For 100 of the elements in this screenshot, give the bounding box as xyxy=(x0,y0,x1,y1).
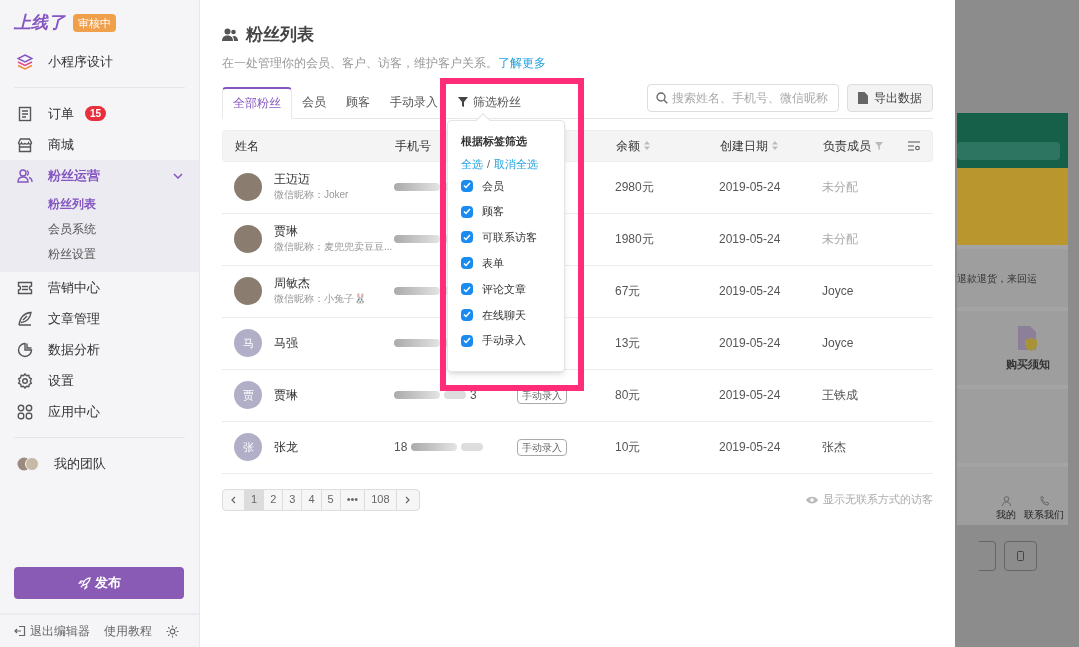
assigned-member: Joyce xyxy=(822,336,854,350)
avatar-photo xyxy=(234,173,262,201)
column-settings-icon[interactable] xyxy=(908,140,920,151)
filter-option[interactable]: 表单 xyxy=(461,250,551,277)
rocket-icon xyxy=(77,576,91,590)
assigned-member: 张杰 xyxy=(822,440,846,454)
checkbox[interactable] xyxy=(461,179,473,192)
document-icon xyxy=(17,105,33,122)
balance: 10元 xyxy=(615,440,641,454)
pie-chart-icon xyxy=(17,341,33,358)
sidebar-item[interactable]: 商城 xyxy=(0,129,199,160)
created-date: 2019-05-24 xyxy=(719,232,781,246)
sidebar-item[interactable]: 应用中心 xyxy=(0,396,199,427)
created-date: 2019-05-24 xyxy=(719,180,781,194)
filter-option[interactable]: 评论文章 xyxy=(461,276,551,302)
column-header: 手机号 xyxy=(395,137,431,155)
assigned-member: 王铁成 xyxy=(822,388,858,402)
page-title: 粉丝列表 xyxy=(246,24,314,46)
sidebar-item[interactable]: 营销中心 xyxy=(0,272,199,303)
chevron-icon xyxy=(231,495,236,504)
assigned-member: Joyce xyxy=(822,284,854,298)
balance: 80元 xyxy=(615,388,641,402)
exit-icon xyxy=(14,625,26,637)
ticket-icon xyxy=(17,279,33,296)
column-header: 负责成员 xyxy=(823,137,871,155)
checkbox[interactable] xyxy=(461,231,473,244)
sort-icon[interactable] xyxy=(644,141,650,150)
page-button[interactable]: ••• xyxy=(340,489,366,510)
balance: 67元 xyxy=(615,284,641,298)
sidebar-item[interactable]: 设置 xyxy=(0,365,199,396)
sidebar-subitem[interactable]: 会员系统 xyxy=(0,216,199,241)
filter-option[interactable]: 在线聊天 xyxy=(461,302,551,328)
filter-option[interactable]: 可联系访客 xyxy=(461,224,551,251)
wechat-nickname: 微信昵称：Joker xyxy=(274,188,349,202)
tab[interactable]: 会员 xyxy=(292,86,336,118)
sidebar-subitem[interactable]: 粉丝列表 xyxy=(0,191,199,216)
tutorial-link[interactable]: 使用教程 xyxy=(104,622,152,640)
sidebar-item[interactable]: 小程序设计 xyxy=(0,46,199,77)
page-button[interactable]: 4 xyxy=(302,489,322,510)
page-subtitle: 在一处管理你的会员、客户、访客，维护客户关系。 xyxy=(222,54,498,72)
blurred-phone-block xyxy=(394,235,440,243)
tab[interactable]: 手动录入 xyxy=(380,86,448,118)
notice-label: 购买须知 xyxy=(1005,356,1050,372)
filter-option[interactable]: 会员 xyxy=(461,173,551,199)
blurred-phone-block xyxy=(394,339,440,347)
sidebar-subitem[interactable]: 粉丝设置 xyxy=(0,241,199,266)
fan-name: 贾琳 xyxy=(274,223,299,239)
phone-number: 18 xyxy=(394,439,408,456)
blurred-phone-block xyxy=(394,391,440,399)
users-icon xyxy=(17,167,33,184)
checkbox[interactable] xyxy=(461,308,473,321)
blurred-phone-block xyxy=(411,443,458,451)
filter-icon[interactable] xyxy=(875,141,883,150)
sidebar-item[interactable]: 文章管理 xyxy=(0,303,199,334)
blurred-phone-block xyxy=(461,443,484,451)
fan-name: 贾琳 xyxy=(274,387,298,403)
store-icon xyxy=(17,136,33,153)
page-button[interactable]: 108 xyxy=(365,489,397,510)
export-button[interactable]: 导出数据 xyxy=(847,83,933,112)
tab[interactable]: 顾客 xyxy=(336,86,380,118)
sidebar-item[interactable]: 数据分析 xyxy=(0,334,199,365)
phone-icon xyxy=(1039,496,1049,506)
fan-name: 张龙 xyxy=(274,439,298,455)
checkbox[interactable] xyxy=(461,334,473,347)
quill-icon xyxy=(17,310,33,327)
checkbox[interactable] xyxy=(461,257,473,270)
page-button[interactable]: 5 xyxy=(321,489,341,510)
blurred-phone-block xyxy=(394,287,440,295)
sort-icon[interactable] xyxy=(772,141,778,150)
search-field[interactable]: 搜索姓名、手机号、微信昵称 xyxy=(647,83,839,112)
tab[interactable]: 筛选粉丝 xyxy=(448,86,531,118)
sidebar-item[interactable]: 粉丝运营 xyxy=(0,160,199,191)
fan-name: 王迈迈 xyxy=(274,171,311,187)
page-button[interactable]: 3 xyxy=(283,489,303,510)
created-date: 2019-05-24 xyxy=(719,440,781,454)
filter-option[interactable]: 手动录入 xyxy=(461,327,551,354)
checkbox[interactable] xyxy=(461,205,473,218)
blurred-phone-block xyxy=(444,391,466,399)
tag: 手动录入 xyxy=(517,438,567,456)
page-button[interactable]: 1 xyxy=(245,489,265,510)
wechat-nickname: 微信昵称：麦兜兜卖豆豆... xyxy=(274,240,393,254)
balance: 13元 xyxy=(615,336,641,350)
sidebar-item[interactable]: 我的团队 xyxy=(0,448,199,479)
logo: 上线了 xyxy=(14,12,65,35)
grid-icon xyxy=(17,403,33,420)
checkbox[interactable] xyxy=(461,283,473,296)
exit-editor-link[interactable]: 退出编辑器 xyxy=(14,622,90,640)
publish-button[interactable]: 发布 xyxy=(14,567,184,599)
tab[interactable]: 全部粉丝 xyxy=(222,86,292,119)
sidebar-item[interactable]: 订单 15 xyxy=(0,98,199,129)
assigned-member: 未分配 xyxy=(822,180,858,194)
filter-option[interactable]: 顾客 xyxy=(461,198,551,225)
search-icon xyxy=(656,91,668,104)
settings-icon xyxy=(17,372,33,389)
avatar: 贾 xyxy=(234,381,262,409)
page-button[interactable]: 2 xyxy=(264,489,284,510)
created-date: 2019-05-24 xyxy=(719,336,781,350)
layers-icon xyxy=(17,53,33,70)
created-date: 2019-05-24 xyxy=(719,284,781,298)
sun-icon[interactable] xyxy=(166,624,179,638)
